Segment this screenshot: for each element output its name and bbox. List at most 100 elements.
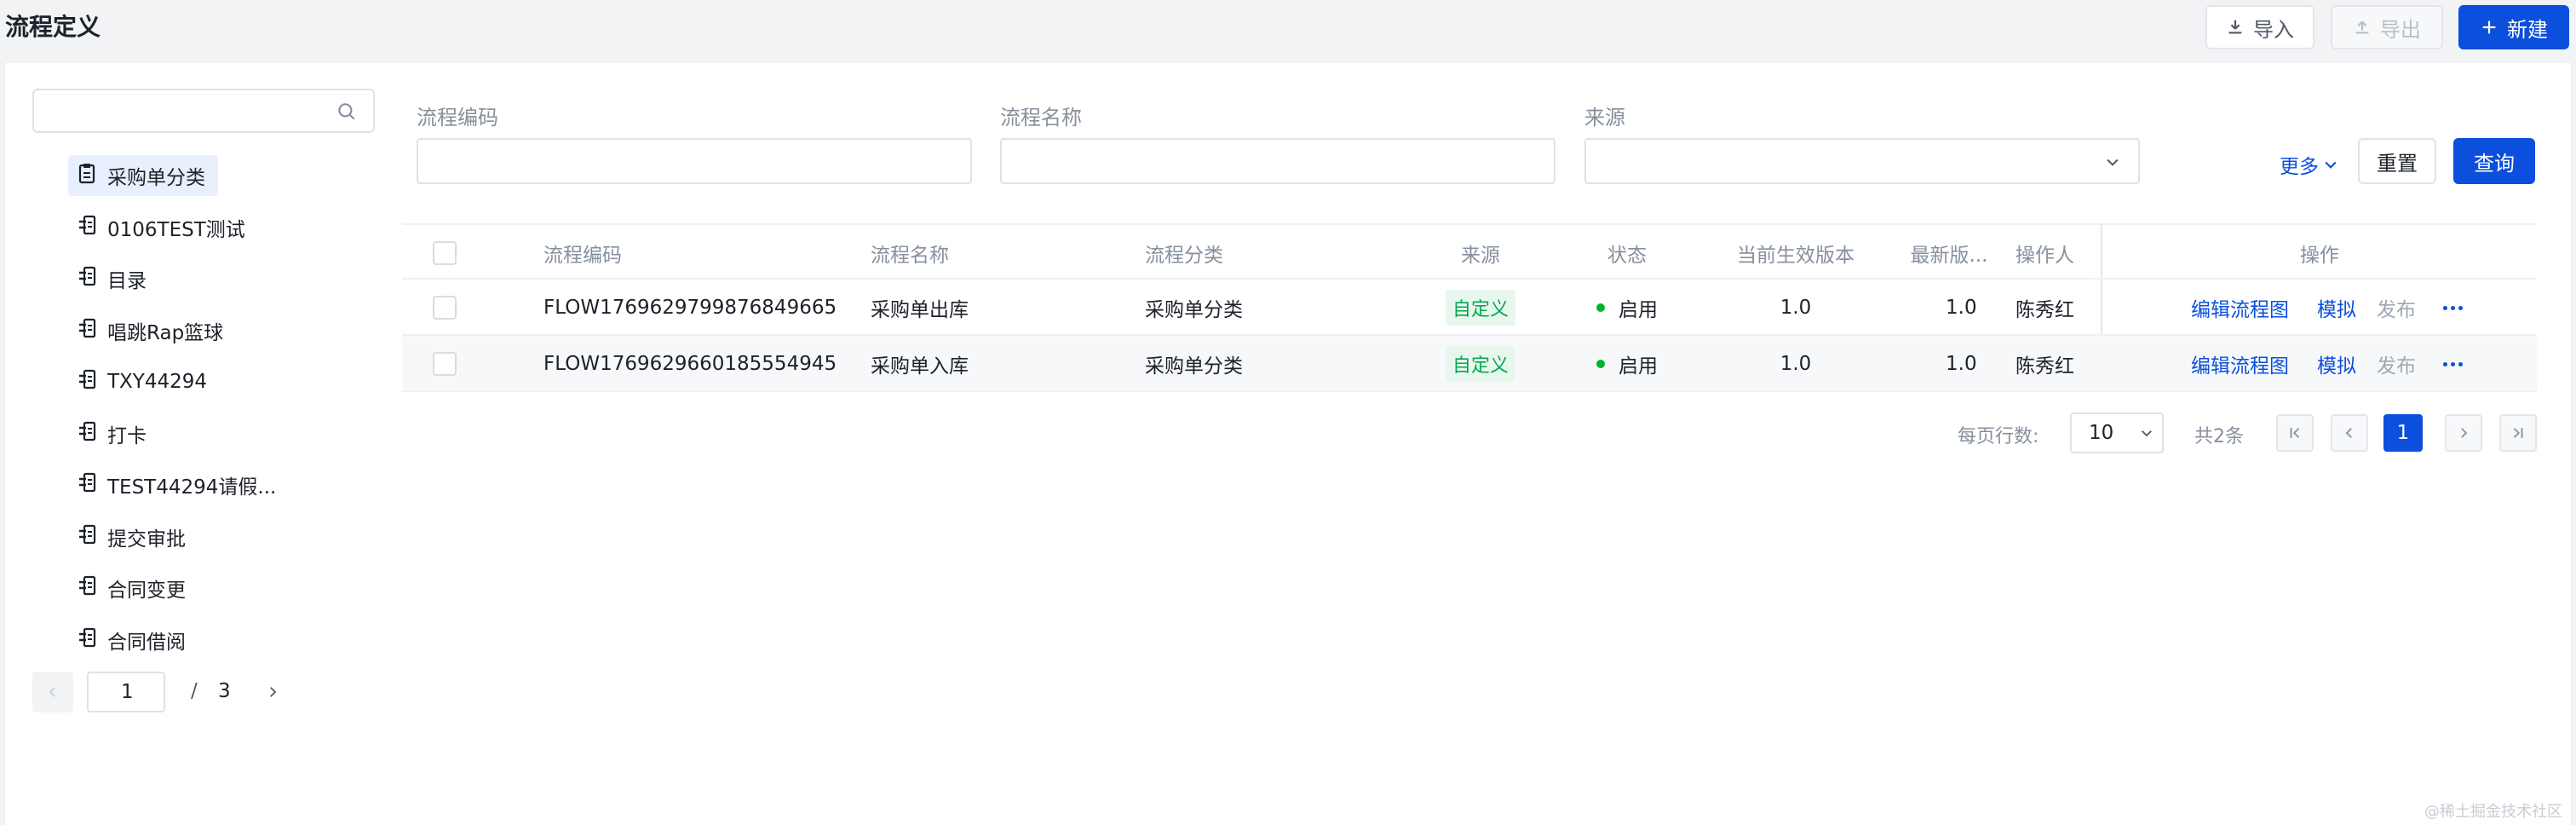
chevron-right-icon (270, 687, 277, 697)
cell-latest-version: 1.0 (1946, 353, 1977, 375)
watermark: @稀土掘金技术社区 (2424, 803, 2562, 821)
code-filter-label: 流程编码 (417, 106, 498, 130)
query-button[interactable]: 查询 (2453, 138, 2535, 184)
tree-item[interactable]: 采购单分类 (68, 155, 218, 196)
row-checkbox[interactable] (433, 296, 457, 320)
import-label: 导入 (2253, 17, 2294, 42)
new-label: 新建 (2507, 17, 2548, 42)
last-page-button[interactable] (2499, 414, 2537, 452)
name-filter-label: 流程名称 (1000, 106, 1082, 130)
cell-status: 启用 (1619, 355, 1658, 378)
status-dot (1596, 360, 1605, 368)
tree-item[interactable]: 唱跳Rap篮球 (68, 310, 375, 351)
current-page-button[interactable]: 1 (2383, 414, 2423, 452)
name-filter-input[interactable] (1000, 138, 1555, 184)
upload-icon (2355, 20, 2369, 34)
header-code: 流程编码 (543, 245, 622, 267)
tree-item-label: 提交审批 (107, 528, 186, 551)
chevron-left-icon (2345, 428, 2352, 438)
export-label: 导出 (2380, 17, 2421, 42)
export-button[interactable]: 导出 (2331, 5, 2443, 49)
tree-item-label: 0106TEST测试 (107, 218, 245, 241)
header-actions: 操作 (2300, 245, 2339, 267)
table-header-row: 流程编码 流程名称 流程分类 来源 状态 当前生效版本 最新版... 操作人 操… (402, 223, 2537, 280)
cell-latest-version: 1.0 (1946, 297, 1977, 319)
main-card: 采购单分类 0106TEST测试 目录 唱跳Rap篮球 TXY44294 打卡 TEST44… (5, 63, 2571, 825)
cell-operator: 陈秀红 (2015, 355, 2074, 378)
tree-item-label: 采购单分类 (107, 167, 205, 189)
tree-item[interactable]: TXY44294 (68, 361, 375, 402)
cell-status: 启用 (1619, 299, 1658, 321)
tree-prev-page-button[interactable] (32, 672, 73, 712)
code-filter-input[interactable] (417, 138, 972, 184)
cell-code: FLOW1769629799876849665 (543, 297, 837, 319)
source-filter-select[interactable] (1584, 138, 2140, 184)
tree-item[interactable]: TEST44294请假... (68, 464, 375, 505)
tree-item[interactable]: 合同借阅 (68, 620, 375, 661)
tree-item[interactable]: 合同变更 (68, 568, 375, 609)
tree-item[interactable]: 目录 (68, 258, 375, 299)
cell-code: FLOW1769629660185554945 (543, 353, 837, 375)
first-page-icon (2290, 428, 2300, 438)
tree-page-input[interactable]: 1 (87, 672, 165, 712)
new-button[interactable]: 新建 (2458, 5, 2569, 49)
header-operator: 操作人 (2015, 245, 2074, 267)
cell-category: 采购单分类 (1145, 355, 1243, 378)
simulate-link[interactable]: 模拟 (2317, 293, 2356, 322)
page-size-select[interactable]: 10 (2070, 412, 2164, 453)
table-pagination: 每页行数: 10 共2条 1 (5, 412, 2571, 453)
cell-name: 采购单出库 (871, 299, 969, 321)
table-body: FLOW1769629799876849665 采购单出库 采购单分类 自定义 启用 1.… (402, 280, 2537, 392)
more-filters-link[interactable]: 更多 (2280, 150, 2339, 179)
reset-button[interactable]: 重置 (2358, 138, 2436, 184)
total-count: 共2条 (2194, 426, 2244, 447)
tree-item-label: TXY44294 (107, 371, 208, 393)
cell-current-version: 1.0 (1780, 297, 1812, 319)
tree-search-input[interactable] (44, 97, 325, 124)
more-actions-icon[interactable] (2443, 361, 2463, 366)
page-header: 流程定义 导入 导出 新建 (0, 0, 2576, 61)
tree-item[interactable]: 0106TEST测试 (68, 207, 375, 248)
chevron-left-icon (49, 687, 55, 697)
cell-name: 采购单入库 (871, 355, 969, 378)
tree-item-label: 唱跳Rap篮球 (107, 321, 224, 344)
plus-icon (2482, 20, 2496, 34)
tree-page-total: 3 (218, 680, 231, 702)
tree-search-box[interactable] (32, 89, 375, 133)
source-tag: 自定义 (1445, 290, 1515, 326)
search-icon[interactable] (336, 101, 358, 123)
next-page-button[interactable] (2445, 414, 2482, 452)
more-actions-icon[interactable] (2443, 305, 2463, 310)
edit-flowchart-link[interactable]: 编辑流程图 (2191, 349, 2289, 378)
page-size-value: 10 (2089, 422, 2114, 444)
chevron-down-icon (2325, 161, 2337, 169)
flow-doc-icon (77, 626, 97, 654)
chevron-right-icon (2461, 428, 2468, 438)
row-checkbox[interactable] (433, 352, 457, 376)
tree-item[interactable]: 提交审批 (68, 516, 375, 557)
first-page-button[interactable] (2276, 414, 2314, 452)
chevron-down-icon (2107, 159, 2119, 166)
tree-pagination: 1 / 3 (32, 672, 390, 712)
clipboard-icon (77, 162, 97, 189)
last-page-icon (2513, 428, 2523, 438)
publish-link[interactable]: 发布 (2377, 349, 2416, 378)
source-filter-label: 来源 (1584, 106, 1625, 130)
header-name: 流程名称 (871, 245, 949, 267)
import-button[interactable]: 导入 (2205, 5, 2314, 49)
cell-category: 采购单分类 (1145, 299, 1243, 321)
flow-doc-icon (77, 265, 97, 292)
simulate-link[interactable]: 模拟 (2317, 349, 2356, 378)
download-icon (2228, 20, 2242, 34)
flow-doc-icon (77, 368, 97, 395)
header-latest-version: 最新版... (1910, 245, 1988, 267)
tree-next-page-button[interactable] (252, 672, 293, 712)
prev-page-button[interactable] (2331, 414, 2368, 452)
cell-current-version: 1.0 (1780, 353, 1812, 375)
select-all-checkbox[interactable] (433, 241, 457, 265)
flow-doc-icon (77, 574, 97, 602)
edit-flowchart-link[interactable]: 编辑流程图 (2191, 293, 2289, 322)
cell-operator: 陈秀红 (2015, 299, 2074, 321)
publish-link[interactable]: 发布 (2377, 293, 2416, 322)
header-category: 流程分类 (1145, 245, 1223, 267)
